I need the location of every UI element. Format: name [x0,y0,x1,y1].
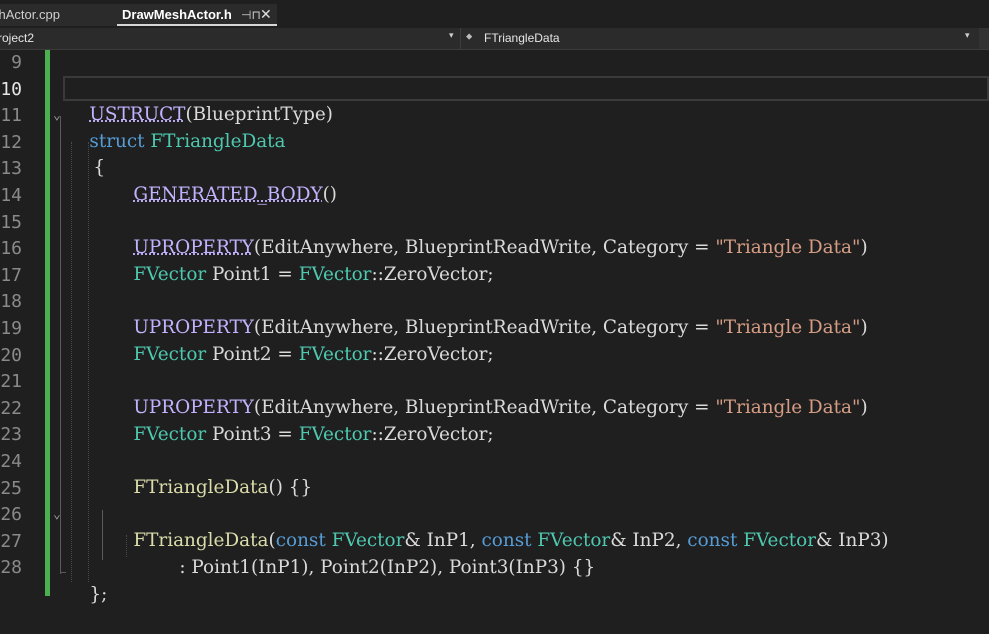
code-text: ) [860,237,868,258]
type-token: FVector [133,264,207,285]
chevron-down-icon: ▾ [965,30,970,40]
code-text: () [322,184,337,205]
line-number: 24 [0,451,22,472]
code-text: Point1 [212,264,272,285]
code-text: }; [89,584,108,605]
type-token: FVector [298,344,372,365]
struct-icon: ⬥ [466,31,473,41]
code-text: = [271,344,299,365]
code-line: UPROPERTY(EditAnywhere, BlueprintReadWri… [110,289,867,338]
code-text: ::ZeroVector; [371,424,494,445]
member-label: FTriangleData [484,31,560,45]
tab-label: DrawMeshActor.h [122,7,232,22]
line-number: 20 [0,344,22,366]
code-text: () {} [268,477,313,498]
project-label: roject2 [0,31,35,45]
line-number: 22 [0,397,22,419]
code-text: ) [860,317,868,338]
line-number: 11 [0,105,22,127]
code-line: FVector Point3 = FVector::ZeroVector; [110,396,493,445]
tab-drawmeshactor-h[interactable]: DrawMeshActor.h ⊣⊓ ✕ [117,4,277,26]
code-text: Point3 [212,424,272,445]
string-token: "Triangle Data" [715,317,861,338]
code-line: USTRUCT(BlueprintType) [66,76,333,125]
line-number: 19 [0,318,22,339]
code-text: ) [860,397,868,418]
code-line: GENERATED_BODY() [110,156,337,205]
line-number: 27 [0,530,22,552]
type-token: FVector [743,530,816,551]
line-number: 26 [0,504,22,526]
close-icon[interactable]: ✕ [260,4,272,24]
line-number: 15 [0,211,22,233]
code-text: ::ZeroVector; [371,344,494,365]
line-number: 14 [0,185,22,206]
code-text: = [271,264,299,285]
function-token: FTriangleData [133,477,269,498]
split-button[interactable] [979,28,989,49]
scope-guide [60,116,61,574]
code-line: FTriangleData() {} [110,449,312,498]
change-tracking-bar [45,50,50,596]
line-number: 16 [0,238,22,260]
tab-label: shActor.cpp [0,7,60,22]
line-number: 18 [0,291,22,313]
line-number: 10 [0,78,22,100]
pin-icon[interactable]: ⊣⊓ [241,4,261,24]
code-line: FTriangleData(const FVector& InP1, const… [110,502,888,551]
code-line: : Point1(InP1), Point2(InP2), Point3(InP… [156,529,595,578]
line-number: 17 [0,264,22,286]
line-number: 12 [0,131,22,153]
indent-guide [71,142,72,582]
type-token: FVector [133,344,207,365]
line-number: 23 [0,424,22,446]
keyword-token: const [687,530,738,551]
string-token: "Triangle Data" [715,237,861,258]
code-text: & InP3) [816,530,889,551]
macro-token: GENERATED_BODY [133,184,323,205]
string-token: "Triangle Data" [715,397,861,418]
scope-guide [102,510,103,560]
code-text: & InP2, [610,530,688,551]
project-dropdown[interactable]: roject2 ▾ [0,28,460,49]
code-text: { [93,157,106,178]
type-token: FVector [298,264,372,285]
code-text: Point2 [212,344,272,365]
line-number: 28 [0,557,22,579]
line-number: 13 [0,158,22,180]
code-line: UPROPERTY(EditAnywhere, BlueprintReadWri… [110,209,867,258]
code-text: : Point1(InP1), Point2(InP2), Point3(InP… [179,557,596,578]
member-dropdown[interactable]: ⬥ FTriangleData ▾ [462,28,979,49]
code-text: = [271,424,299,445]
code-line: FVector Point1 = FVector::ZeroVector; [110,236,493,285]
indent-guide [88,142,89,582]
divider [460,28,461,49]
tab-drawmeshactor-cpp[interactable]: shActor.cpp [0,4,117,26]
code-text: ::ZeroVector; [371,264,494,285]
type-token: FVector [133,424,207,445]
code-line: struct FTriangleData [66,103,285,152]
line-number: 21 [0,371,22,393]
code-line: { [70,129,105,178]
code-line: UPROPERTY(EditAnywhere, BlueprintReadWri… [110,369,867,418]
code-editor[interactable]: 9 10 11 12 13 14 15 16 17 18 19 20 21 22 23 24 25 26 27 28 … [0,50,989,605]
type-token: FTriangleData [150,131,286,152]
line-number-gutter: 9 10 11 12 13 14 15 16 17 18 19 20 21 22 23 24 25 26 27 28 [0,50,44,596]
chevron-down-icon: ▾ [449,30,454,40]
line-number: 9 [11,52,22,73]
code-line: }; [66,556,107,605]
type-token: FVector [298,424,372,445]
line-number: 25 [0,477,22,499]
navigation-bar: roject2 ▾ ⬥ FTriangleData ▾ [0,28,989,50]
tab-strip: shActor.cpp DrawMeshActor.h ⊣⊓ ✕ [0,0,989,28]
code-line: FVector Point2 = FVector::ZeroVector; [110,316,493,365]
